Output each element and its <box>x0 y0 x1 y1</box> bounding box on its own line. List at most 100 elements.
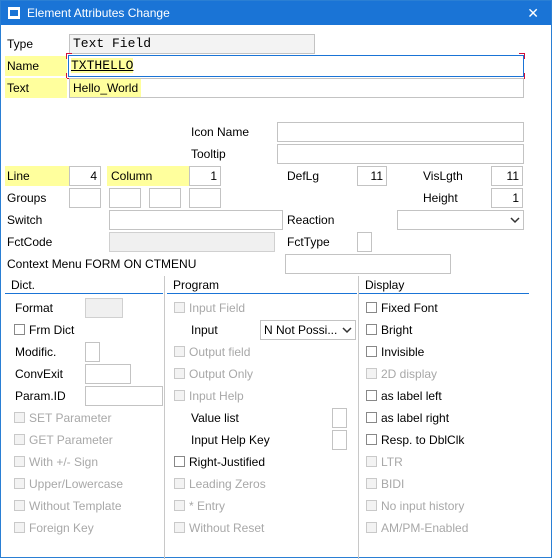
convexit-field[interactable] <box>85 364 131 384</box>
format-label: Format <box>15 301 54 315</box>
format-field <box>85 298 123 318</box>
fctcode-field <box>109 232 275 252</box>
fixed-font-checkbox[interactable] <box>366 302 377 313</box>
entry-checkbox <box>174 500 185 511</box>
input-select[interactable]: N Not Possi... <box>260 320 356 340</box>
with-sign-label: With +/- Sign <box>29 455 99 469</box>
corner-mark-icon <box>519 53 525 59</box>
ampm-label: AM/PM-Enabled <box>381 521 469 535</box>
reaction-select[interactable] <box>397 210 524 230</box>
line-field[interactable]: 4 <box>69 166 101 186</box>
foreign-key-label: Foreign Key <box>29 521 94 535</box>
bright-checkbox[interactable] <box>366 324 377 335</box>
no-input-history-label: No input history <box>381 499 465 513</box>
output-only-checkbox <box>174 368 185 379</box>
set-parameter-label: SET Parameter <box>29 411 112 425</box>
context-menu-label: Context Menu FORM ON CTMENU <box>7 257 197 271</box>
paramid-field[interactable] <box>85 386 163 406</box>
paramid-label: Param.ID <box>15 389 66 403</box>
column-label: Column <box>107 166 189 186</box>
output-field-checkbox <box>174 346 185 357</box>
title-bar: Element Attributes Change ✕ <box>1 1 551 25</box>
upper-lower-checkbox <box>14 478 25 489</box>
without-reset-label: Without Reset <box>189 521 265 535</box>
input-help-key-field[interactable] <box>332 430 347 450</box>
label-right-checkbox[interactable] <box>366 412 377 423</box>
leading-zeros-label: Leading Zeros <box>189 477 266 491</box>
ampm-checkbox <box>366 522 377 533</box>
window-title: Element Attributes Change <box>27 6 170 20</box>
groups-field-4[interactable] <box>189 188 221 208</box>
corner-mark-icon <box>66 53 72 59</box>
input-label: Input <box>191 323 218 337</box>
display-header-text: Display <box>365 278 405 292</box>
get-parameter-label: GET Parameter <box>29 433 113 447</box>
groups-field-3[interactable] <box>149 188 181 208</box>
input-help-label: Input Help <box>189 389 244 403</box>
tooltip-field[interactable] <box>277 144 524 164</box>
ltr-label: LTR <box>381 455 403 469</box>
close-icon[interactable]: ✕ <box>527 5 539 21</box>
input-field-label: Input Field <box>189 301 246 315</box>
reaction-label: Reaction <box>287 213 335 227</box>
output-only-label: Output Only <box>189 367 254 381</box>
resp-dblclk-checkbox[interactable] <box>366 434 377 445</box>
bidi-label: BIDI <box>381 477 405 491</box>
chevron-down-icon <box>342 327 352 334</box>
name-field[interactable]: TXTHELLO <box>68 55 524 77</box>
label-left-checkbox[interactable] <box>366 390 377 401</box>
modific-field[interactable] <box>85 342 100 362</box>
display-2d-label: 2D display <box>381 367 438 381</box>
chevron-down-icon <box>510 217 520 224</box>
ltr-checkbox <box>366 456 377 467</box>
value-list-label: Value list <box>191 411 239 425</box>
fixed-font-label: Fixed Font <box>381 301 438 315</box>
right-justified-checkbox[interactable] <box>174 456 185 467</box>
groups-field-1[interactable] <box>69 188 101 208</box>
without-template-checkbox <box>14 500 25 511</box>
switch-field[interactable] <box>109 210 283 230</box>
display-section-header: Display <box>359 276 529 294</box>
get-parameter-checkbox <box>14 434 25 445</box>
invisible-checkbox[interactable] <box>366 346 377 357</box>
input-field-checkbox <box>174 302 185 313</box>
convexit-label: ConvExit <box>15 367 64 381</box>
right-justified-label: Right-Justified <box>189 455 266 469</box>
output-field-label: Output field <box>189 345 251 359</box>
sap-app-icon <box>8 7 20 19</box>
dict-section-header: Dict. <box>5 276 163 294</box>
deflg-field[interactable]: 11 <box>357 166 387 186</box>
height-field[interactable]: 1 <box>491 188 523 208</box>
label-right-label: as label right <box>381 411 450 425</box>
bidi-checkbox <box>366 478 377 489</box>
input-help-checkbox <box>174 390 185 401</box>
frm-dict-checkbox[interactable] <box>14 324 25 335</box>
label-left-label: as label left <box>381 389 442 403</box>
icon-name-label: Icon Name <box>191 125 250 139</box>
fcttype-field[interactable] <box>357 232 372 252</box>
value-list-field[interactable] <box>332 408 347 428</box>
vislgth-field[interactable]: 11 <box>491 166 523 186</box>
modific-label: Modific. <box>15 345 57 359</box>
groups-field-2[interactable] <box>109 188 141 208</box>
input-help-key-label: Input Help Key <box>191 433 270 447</box>
invisible-label: Invisible <box>381 345 425 359</box>
icon-name-field[interactable] <box>277 122 524 142</box>
dict-header-text: Dict. <box>11 278 35 292</box>
set-parameter-checkbox <box>14 412 25 423</box>
deflg-label: DefLg <box>287 169 320 183</box>
no-input-history-checkbox <box>366 500 377 511</box>
tooltip-label: Tooltip <box>191 147 226 161</box>
switch-label: Switch <box>7 213 43 227</box>
foreign-key-checkbox <box>14 522 25 533</box>
context-menu-field[interactable] <box>285 254 451 274</box>
type-field: Text Field <box>69 34 315 54</box>
text-field[interactable]: Hello_World <box>69 78 524 98</box>
without-template-label: Without Template <box>29 499 122 513</box>
with-sign-checkbox <box>14 456 25 467</box>
resp-dblclk-label: Resp. to DblClk <box>381 433 465 447</box>
line-label: Line <box>5 166 69 186</box>
name-label: Name <box>5 56 67 76</box>
column-field[interactable]: 1 <box>189 166 221 186</box>
dialog-window: Element Attributes Change ✕ Type Text Fi… <box>0 0 552 559</box>
